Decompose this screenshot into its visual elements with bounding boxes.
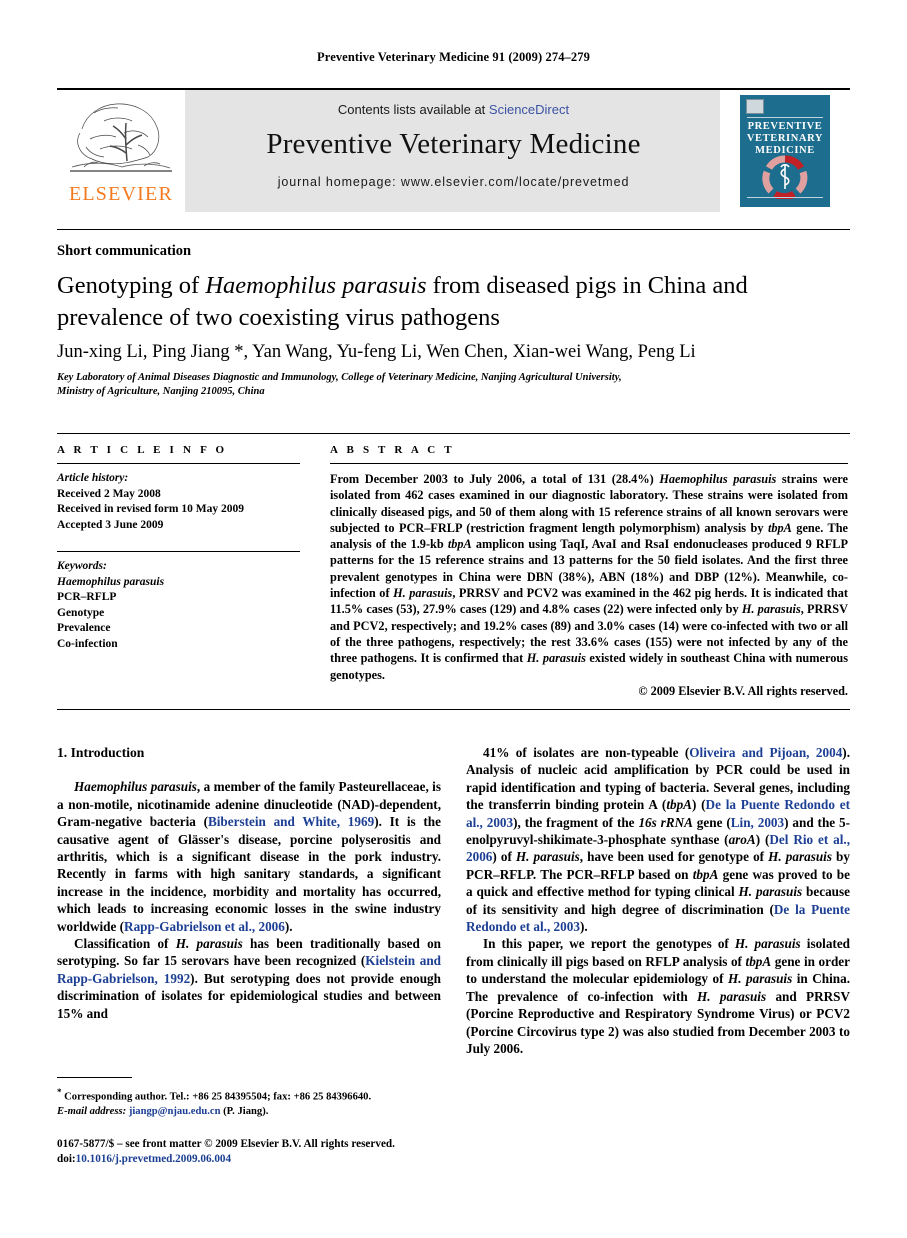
email-note: E-mail address: jiangp@njau.edu.cn (P. J… [57, 1105, 447, 1119]
cover-divider-top [747, 117, 823, 118]
copyright-line: 0167-5877/$ – see front matter © 2009 El… [57, 1138, 395, 1150]
email-suffix: (P. Jiang). [223, 1105, 269, 1117]
journal-masthead: ELSEVIER Contents lists available at Sci… [57, 88, 850, 212]
paper-page: Preventive Veterinary Medicine 91 (2009)… [0, 0, 907, 1238]
affiliation: Key Laboratory of Animal Diseases Diagno… [57, 371, 847, 399]
keyword-item: Haemophilus parasuis [57, 575, 165, 588]
elsevier-tree-icon [70, 103, 172, 172]
abstract-copyright: © 2009 Elsevier B.V. All rights reserved… [638, 683, 848, 698]
body-column-left: 1. Introduction Haemophilus parasuis, a … [57, 744, 441, 1022]
body-paragraph: 41% of isolates are non-typeable (Olivei… [466, 745, 851, 935]
cover-corner-box-icon [746, 99, 764, 114]
keywords-block: Keywords: Haemophilus parasuis PCR–RFLP … [57, 559, 300, 652]
keyword-item: Genotype [57, 606, 105, 619]
doi-line: doi:10.1016/j.prevetmed.2009.06.004 [57, 1152, 477, 1167]
abstract-heading: A B S T R A C T [330, 444, 455, 456]
email-label: E-mail address: [57, 1105, 127, 1117]
article-info-rule [57, 463, 300, 464]
affiliation-line-2: Ministry of Agriculture, Nanjing 210095,… [57, 386, 265, 397]
title-part-1: Genotyping of [57, 272, 206, 299]
body-paragraph: Haemophilus parasuis, a member of the fa… [57, 779, 441, 934]
info-abstract-bottom-rule [57, 709, 850, 710]
doi-link[interactable]: 10.1016/j.prevetmed.2009.06.004 [76, 1153, 231, 1165]
contents-prefix: Contents lists available at [337, 102, 489, 117]
keyword-item: PCR–RFLP [57, 591, 117, 603]
article-type-label: Short communication [57, 243, 192, 259]
history-item: Accepted 3 June 2009 [57, 518, 164, 531]
body-paragraph: In this paper, we report the genotypes o… [466, 936, 851, 1056]
keywords-label: Keywords: [57, 560, 107, 572]
affiliation-line-1: Key Laboratory of Animal Diseases Diagno… [57, 372, 622, 383]
cover-title-line1: PREVENTIVE [747, 121, 823, 132]
journal-cover-thumbnail[interactable]: PREVENTIVE VETERINARY MEDICINE [720, 90, 850, 212]
article-history-label: Article history: [57, 472, 129, 484]
section-heading-introduction: 1. Introduction [57, 745, 145, 760]
page-title: Genotyping of Haemophilus parasuis from … [57, 270, 847, 334]
keywords-rule [57, 551, 300, 552]
title-species-italic: Haemophilus parasuis [205, 272, 427, 299]
footnote-rule [57, 1077, 132, 1078]
email-link[interactable]: jiangp@njau.edu.cn [129, 1106, 221, 1117]
contents-available-line: Contents lists available at ScienceDirec… [187, 102, 720, 117]
masthead-center: Contents lists available at ScienceDirec… [187, 90, 720, 212]
journal-cover-image: PREVENTIVE VETERINARY MEDICINE [740, 95, 830, 207]
colophon-block: 0167-5877/$ – see front matter © 2009 El… [57, 1137, 477, 1166]
cover-caduceus-ring-icon [762, 155, 808, 199]
masthead-band: ELSEVIER Contents lists available at Sci… [57, 90, 850, 212]
cover-title-line2: VETERINARY [746, 133, 824, 144]
journal-title: Preventive Veterinary Medicine [266, 128, 641, 160]
corresponding-author-text: Corresponding author. Tel.: +86 25 84395… [64, 1091, 372, 1103]
article-info-block: A R T I C L E I N F O Article history: R… [57, 444, 300, 652]
abstract-block: A B S T R A C T From December 2003 to Ju… [330, 444, 848, 699]
keyword-item: Prevalence [57, 622, 111, 634]
journal-homepage[interactable]: journal homepage: www.elsevier.com/locat… [187, 175, 720, 189]
cover-divider-bottom [747, 197, 823, 198]
running-head: Preventive Veterinary Medicine 91 (2009)… [317, 50, 590, 64]
article-info-heading: A R T I C L E I N F O [57, 444, 228, 456]
body-column-right: 41% of isolates are non-typeable (Olivei… [466, 744, 850, 1057]
corresponding-author-note: * Corresponding author. Tel.: +86 25 843… [57, 1085, 447, 1105]
history-item: Received 2 May 2008 [57, 487, 161, 500]
footnote-block: * Corresponding author. Tel.: +86 25 843… [57, 1085, 447, 1119]
elsevier-logo: ELSEVIER [57, 90, 185, 212]
keyword-item: Co-infection [57, 637, 118, 650]
author-list: Jun-xing Li, Ping Jiang *, Yan Wang, Yu-… [57, 342, 696, 362]
body-paragraph: Classification of H. parasuis has been t… [57, 936, 441, 1021]
header-rule [57, 229, 850, 230]
sciencedirect-link[interactable]: ScienceDirect [489, 102, 569, 117]
article-history: Article history: Received 2 May 2008 Rec… [57, 471, 300, 533]
abstract-rule [330, 463, 848, 464]
doi-prefix: doi: [57, 1152, 76, 1165]
elsevier-wordmark: ELSEVIER [68, 183, 174, 205]
history-item: Received in revised form 10 May 2009 [57, 503, 244, 515]
info-abstract-top-rule [57, 433, 850, 434]
asterisk-icon: * [57, 1087, 62, 1097]
abstract-text: From December 2003 to July 2006, a total… [330, 472, 849, 682]
